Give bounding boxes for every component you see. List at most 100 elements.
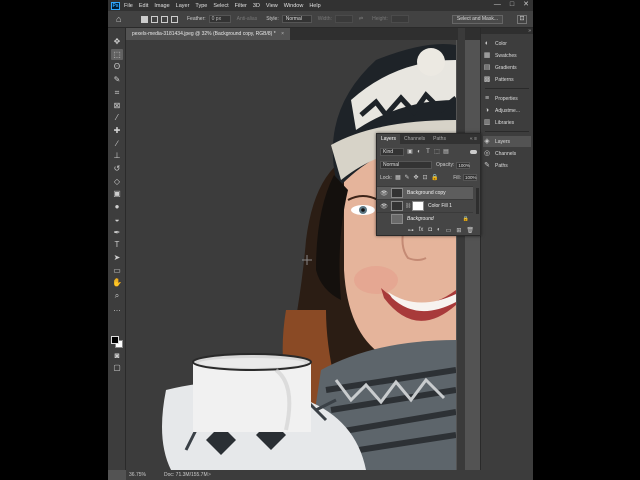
style-select[interactable]: Normal — [281, 15, 312, 23]
rectangle-tool-icon[interactable]: ▭ — [111, 265, 123, 276]
smart-object-filter-icon[interactable]: ▤ — [443, 149, 449, 155]
minimize-icon[interactable]: — — [494, 1, 501, 9]
dock-item-adjustme[interactable]: ◑ Adjustme... — [483, 105, 531, 116]
menu-select[interactable]: Select — [213, 3, 228, 9]
tab-layers[interactable]: Layers — [377, 134, 401, 144]
gradient-tool-icon[interactable]: ▣ — [111, 188, 123, 199]
status-menu-icon[interactable]: > — [208, 470, 211, 480]
dock-item-swatches[interactable]: ▦ Swatches — [483, 50, 531, 61]
layers-scrollbar[interactable] — [476, 188, 479, 214]
new-group-icon[interactable]: ▭ — [446, 227, 452, 234]
dock-item-layers[interactable]: ◈ Layers — [483, 136, 531, 147]
blend-mode-select[interactable]: Normal — [380, 161, 432, 169]
dock-item-patterns[interactable]: ▩ Patterns — [483, 74, 531, 85]
menu-type[interactable]: Type — [195, 3, 207, 9]
filter-toggle[interactable] — [470, 150, 477, 154]
document-tab[interactable]: pexels-media-3181434.jpeg @ 32% (Backgro… — [126, 28, 290, 40]
link-layers-icon[interactable]: ⊶ — [408, 227, 414, 234]
dock-collapse-icon[interactable]: » — [481, 28, 533, 34]
document-canvas[interactable] — [126, 40, 456, 470]
tab-channels[interactable]: Channels — [400, 134, 429, 144]
lock-all-icon[interactable]: 🔒 — [431, 175, 438, 181]
dock-item-color[interactable]: ◐ Color — [483, 38, 531, 49]
home-icon[interactable]: ⌂ — [116, 14, 127, 25]
mask-link-icon[interactable]: ⛓ — [405, 203, 411, 209]
pixel-filter-icon[interactable]: ▣ — [407, 149, 413, 155]
fill-input[interactable]: 100% — [463, 174, 477, 181]
layer-row-color-fill[interactable]: 👁 ⛓ Color Fill 1 — [377, 199, 473, 212]
screen-mode-icon[interactable]: ▢ — [111, 362, 123, 373]
lasso-tool-icon[interactable]: ʘ — [111, 61, 123, 72]
new-selection-icon[interactable] — [141, 15, 148, 23]
eraser-tool-icon[interactable]: ◇ — [111, 176, 123, 187]
dock-item-properties[interactable]: ≡ Properties — [483, 93, 531, 104]
kind-filter-select[interactable]: Kind — [380, 148, 404, 156]
menu-image[interactable]: Image — [154, 3, 169, 9]
trash-icon[interactable]: 🗑 — [466, 227, 474, 234]
opacity-input[interactable]: 100% — [456, 161, 471, 169]
quick-mask-icon[interactable]: ◙ — [111, 350, 123, 361]
dock-item-gradients[interactable]: ▤ Gradients — [483, 62, 531, 73]
intersect-selection-icon[interactable] — [171, 15, 178, 23]
height-input[interactable] — [390, 15, 409, 23]
eyedropper-tool-icon[interactable]: ⁄ — [111, 112, 123, 123]
menu-filter[interactable]: Filter — [235, 3, 247, 9]
tab-paths[interactable]: Paths — [429, 134, 450, 144]
arrange-documents-icon[interactable]: ⊡ — [517, 15, 527, 24]
menu-layer[interactable]: Layer — [176, 3, 190, 9]
feather-input[interactable]: 0 px — [208, 15, 231, 23]
frame-tool-icon[interactable]: ⊠ — [111, 100, 123, 111]
lock-image-icon[interactable]: ✎ — [404, 175, 410, 181]
lock-position-icon[interactable]: ✥ — [413, 175, 419, 181]
foreground-color-swatch[interactable] — [111, 336, 119, 344]
dock-item-channels[interactable]: ◎ Channels — [483, 148, 531, 159]
antialias-checkbox[interactable]: Anti-alias — [237, 16, 258, 22]
lock-artboard-icon[interactable]: ⊡ — [422, 175, 428, 181]
pen-tool-icon[interactable]: ✒ — [111, 227, 123, 238]
swap-icon[interactable]: ⇄ — [359, 16, 363, 22]
dodge-tool-icon[interactable]: ◒ — [111, 214, 123, 225]
layer-row-background[interactable]: Background 🔒 — [377, 212, 473, 225]
path-select-tool-icon[interactable]: ➤ — [111, 252, 123, 263]
select-and-mask-button[interactable]: Select and Mask... — [451, 15, 503, 24]
adjustment-filter-icon[interactable]: ◐ — [416, 149, 422, 155]
new-layer-icon[interactable]: ⊞ — [456, 227, 461, 234]
add-mask-icon[interactable]: ◘ — [428, 227, 432, 233]
maximize-icon[interactable]: □ — [510, 1, 514, 9]
shape-filter-icon[interactable]: ⬚ — [434, 149, 440, 155]
menu-3d[interactable]: 3D — [253, 3, 260, 9]
marquee-tool-icon[interactable]: ⬚ — [111, 48, 123, 60]
close-icon[interactable]: ✕ — [523, 1, 529, 9]
zoom-tool-icon[interactable]: ⌕ — [111, 290, 123, 301]
menu-file[interactable]: File — [124, 3, 133, 9]
more-tools-icon[interactable]: … — [111, 303, 123, 314]
menu-help[interactable]: Help — [309, 3, 320, 9]
panel-menu-icon[interactable]: « ≡ — [470, 134, 477, 144]
history-brush-tool-icon[interactable]: ↺ — [111, 163, 123, 174]
visibility-eye-icon[interactable]: 👁 — [380, 190, 388, 197]
clone-stamp-tool-icon[interactable]: ⊥ — [111, 150, 123, 161]
dock-item-paths[interactable]: ✎ Paths — [483, 160, 531, 171]
menu-edit[interactable]: Edit — [139, 3, 148, 9]
menu-window[interactable]: Window — [284, 3, 304, 9]
add-style-icon[interactable]: fx — [419, 227, 424, 233]
type-tool-icon[interactable]: T — [111, 239, 123, 250]
crop-tool-icon[interactable]: ⌗ — [111, 87, 123, 98]
new-adjustment-icon[interactable]: ◐ — [437, 227, 441, 233]
tab-close-icon[interactable]: × — [281, 31, 284, 37]
lock-transparent-icon[interactable]: ▦ — [395, 175, 401, 181]
hand-tool-icon[interactable]: ✋ — [111, 277, 123, 288]
healing-brush-tool-icon[interactable]: ✚ — [111, 125, 123, 136]
type-filter-icon[interactable]: T — [425, 149, 431, 155]
menu-view[interactable]: View — [266, 3, 278, 9]
move-tool-icon[interactable]: ✥ — [111, 36, 123, 47]
layer-row-background-copy[interactable]: 👁 Background copy — [377, 186, 473, 199]
dock-item-libraries[interactable]: ▥ Libraries — [483, 117, 531, 128]
subtract-selection-icon[interactable] — [161, 15, 168, 23]
quick-select-tool-icon[interactable]: ✎ — [111, 74, 123, 85]
visibility-eye-icon[interactable]: 👁 — [380, 203, 388, 210]
blur-tool-icon[interactable]: ● — [111, 201, 123, 212]
zoom-level[interactable]: 36.75% — [129, 470, 146, 480]
width-input[interactable] — [334, 15, 353, 23]
brush-tool-icon[interactable]: ∕ — [111, 138, 123, 149]
